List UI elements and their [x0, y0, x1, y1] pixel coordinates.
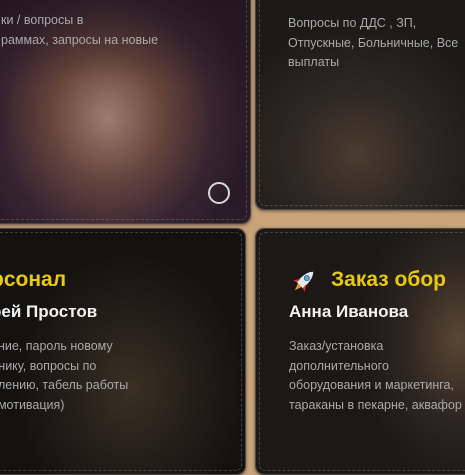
card-equipment-order[interactable]: Заказ обор Анна Иванова Заказ/установка … — [255, 228, 465, 475]
rocket-icon — [289, 266, 319, 296]
card-title: рсонал — [0, 268, 67, 291]
card-personnel[interactable]: рсонал рей Простов ение, пароль новому д… — [0, 228, 246, 475]
card-description: Заказ/установка дополнительного оборудов… — [289, 339, 462, 412]
card-title: Заказ обор — [331, 268, 447, 291]
card-description: ки / вопросы в раммах, запросы на новые — [1, 13, 159, 47]
card-top-left[interactable]: ки / вопросы в раммах, запросы на новые — [0, 0, 251, 224]
card-description: Вопросы по ДДС , ЗП, Отпускные, Больничн… — [288, 16, 459, 69]
radio-circle-icon[interactable] — [208, 182, 230, 204]
card-person-name: Анна Иванова — [289, 302, 409, 321]
card-person-name: рей Простов — [0, 302, 98, 321]
card-description: ение, пароль новому днику, вопросы по ил… — [0, 339, 129, 412]
card-top-right[interactable]: Вопросы по ДДС , ЗП, Отпускные, Больничн… — [255, 0, 465, 210]
